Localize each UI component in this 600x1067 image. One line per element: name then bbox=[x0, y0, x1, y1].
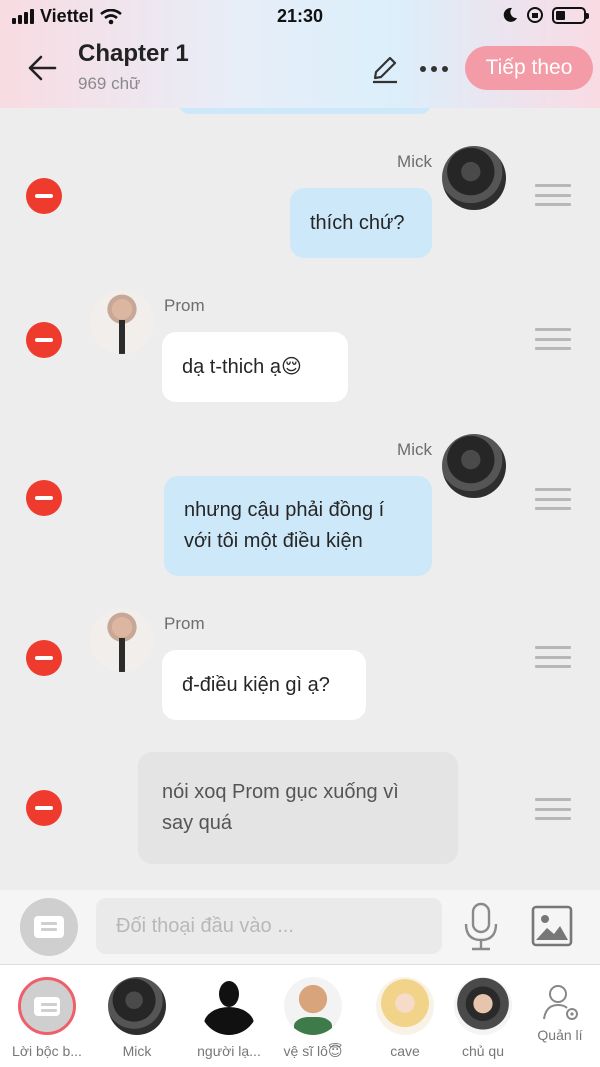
message-bubble[interactable]: đ-điều kiện gì ạ? bbox=[162, 650, 366, 720]
character-avatar bbox=[108, 977, 166, 1035]
message-icon bbox=[34, 996, 60, 1016]
message-text: thích chứ? bbox=[310, 211, 405, 234]
manage-characters-button[interactable]: Quản lí bbox=[528, 983, 592, 1053]
character-label: Mick bbox=[122, 1043, 152, 1059]
more-options-button[interactable] bbox=[414, 52, 454, 86]
message-text-line: say quá bbox=[162, 812, 233, 834]
message-row: Mick nhưng cậu phải đồng í với tôi một đ… bbox=[0, 434, 600, 584]
message-text-line: nhưng cậu phải đồng í bbox=[184, 499, 385, 521]
drag-handle[interactable] bbox=[535, 646, 571, 668]
character-narrator[interactable]: Lời bộc b... bbox=[2, 977, 92, 1065]
back-arrow-icon bbox=[28, 55, 57, 81]
rotation-lock-icon bbox=[527, 7, 543, 23]
avatar-prom[interactable] bbox=[90, 608, 154, 672]
insert-image-button[interactable] bbox=[530, 904, 574, 948]
next-button[interactable]: Tiếp theo bbox=[465, 46, 593, 90]
drag-handle[interactable] bbox=[535, 488, 571, 510]
dot-icon bbox=[420, 66, 426, 72]
character-label: Lời bộc b... bbox=[12, 1043, 82, 1059]
image-icon bbox=[531, 905, 573, 947]
previous-message-bubble bbox=[178, 108, 432, 114]
narration-bubble[interactable]: nói xoq Prom gục xuống vì say quá bbox=[138, 752, 458, 864]
dot-icon bbox=[442, 66, 448, 72]
message-bubble[interactable]: dạ t-thich ạ😌 bbox=[162, 332, 348, 402]
speaker-name: Mick bbox=[397, 440, 432, 459]
speaker-name: Mick bbox=[397, 152, 432, 171]
message-row: Prom đ-điều kiện gì ạ? bbox=[0, 608, 600, 728]
dot-icon bbox=[431, 66, 437, 72]
message-row: Mick thích chứ? bbox=[0, 146, 600, 266]
character-stranger[interactable]: người lạ... bbox=[184, 977, 274, 1065]
character-mick[interactable]: Mick bbox=[92, 977, 182, 1065]
status-icons bbox=[502, 6, 589, 24]
drag-handle[interactable] bbox=[535, 184, 571, 206]
drag-handle[interactable] bbox=[535, 798, 571, 820]
avatar-mick[interactable] bbox=[442, 434, 506, 498]
word-count: 969 chữ bbox=[78, 74, 141, 93]
character-bodyguard[interactable]: vệ sĩ lô😇 bbox=[268, 977, 358, 1065]
character-cave[interactable]: cave bbox=[360, 977, 450, 1065]
character-owner[interactable]: chủ qu bbox=[438, 977, 528, 1065]
character-avatar bbox=[454, 977, 512, 1035]
delete-message-button[interactable] bbox=[26, 178, 62, 214]
input-bar bbox=[0, 890, 600, 964]
message-bubble[interactable]: nhưng cậu phải đồng í với tôi một điều k… bbox=[164, 476, 432, 576]
voice-input-button[interactable] bbox=[460, 902, 502, 952]
moon-icon bbox=[503, 7, 517, 22]
message-text-line: nói xoq Prom gục xuống vì bbox=[162, 781, 399, 803]
manage-label: Quản lí bbox=[537, 1027, 583, 1043]
character-label: chủ qu bbox=[461, 1043, 505, 1059]
narration-toggle-button[interactable] bbox=[20, 898, 78, 956]
delete-message-button[interactable] bbox=[26, 480, 62, 516]
avatar-prom[interactable] bbox=[90, 290, 154, 354]
message-row: nói xoq Prom gục xuống vì say quá bbox=[0, 752, 600, 866]
speaker-name: Prom bbox=[164, 614, 205, 633]
drag-handle[interactable] bbox=[535, 328, 571, 350]
delete-message-button[interactable] bbox=[26, 790, 62, 826]
avatar-mick[interactable] bbox=[442, 146, 506, 210]
message-icon bbox=[34, 916, 64, 938]
pencil-icon bbox=[373, 56, 397, 84]
microphone-icon bbox=[464, 902, 498, 951]
delete-message-button[interactable] bbox=[26, 640, 62, 676]
delete-message-button[interactable] bbox=[26, 322, 62, 358]
message-text-line: với tôi một điều kiện bbox=[184, 530, 363, 552]
character-avatar bbox=[376, 977, 434, 1035]
character-tray: Lời bộc b... Mick người lạ... vệ sĩ lô😇 … bbox=[0, 964, 600, 1067]
battery-icon bbox=[552, 6, 589, 24]
character-avatar bbox=[284, 977, 342, 1035]
character-avatar bbox=[200, 977, 258, 1035]
message-row: Prom dạ t-thich ạ😌 bbox=[0, 290, 600, 410]
chat-list[interactable]: Mick thích chứ? Prom dạ t-thich ạ😌 Mick … bbox=[0, 108, 600, 890]
back-button[interactable] bbox=[24, 50, 60, 86]
message-text: đ-điều kiện gì ạ? bbox=[182, 673, 330, 696]
character-label: cave bbox=[390, 1043, 420, 1059]
speaker-name: Prom bbox=[164, 296, 205, 315]
narrator-avatar bbox=[18, 977, 76, 1035]
user-settings-icon bbox=[543, 985, 578, 1020]
character-label: người lạ... bbox=[197, 1043, 261, 1059]
edit-button[interactable] bbox=[368, 52, 402, 86]
editor-header: Chapter 1 969 chữ Tiếp theo bbox=[0, 34, 600, 108]
status-bar: Viettel 21:30 bbox=[0, 0, 600, 34]
top-bar: Viettel 21:30 Chapter 1 969 chữ Tiếp the… bbox=[0, 0, 600, 108]
character-label: vệ sĩ lô😇 bbox=[283, 1043, 343, 1059]
dialogue-input[interactable] bbox=[96, 898, 442, 954]
message-text: dạ t-thich ạ😌 bbox=[182, 355, 302, 378]
chapter-title: Chapter 1 bbox=[78, 40, 189, 67]
message-bubble[interactable]: thích chứ? bbox=[290, 188, 432, 258]
